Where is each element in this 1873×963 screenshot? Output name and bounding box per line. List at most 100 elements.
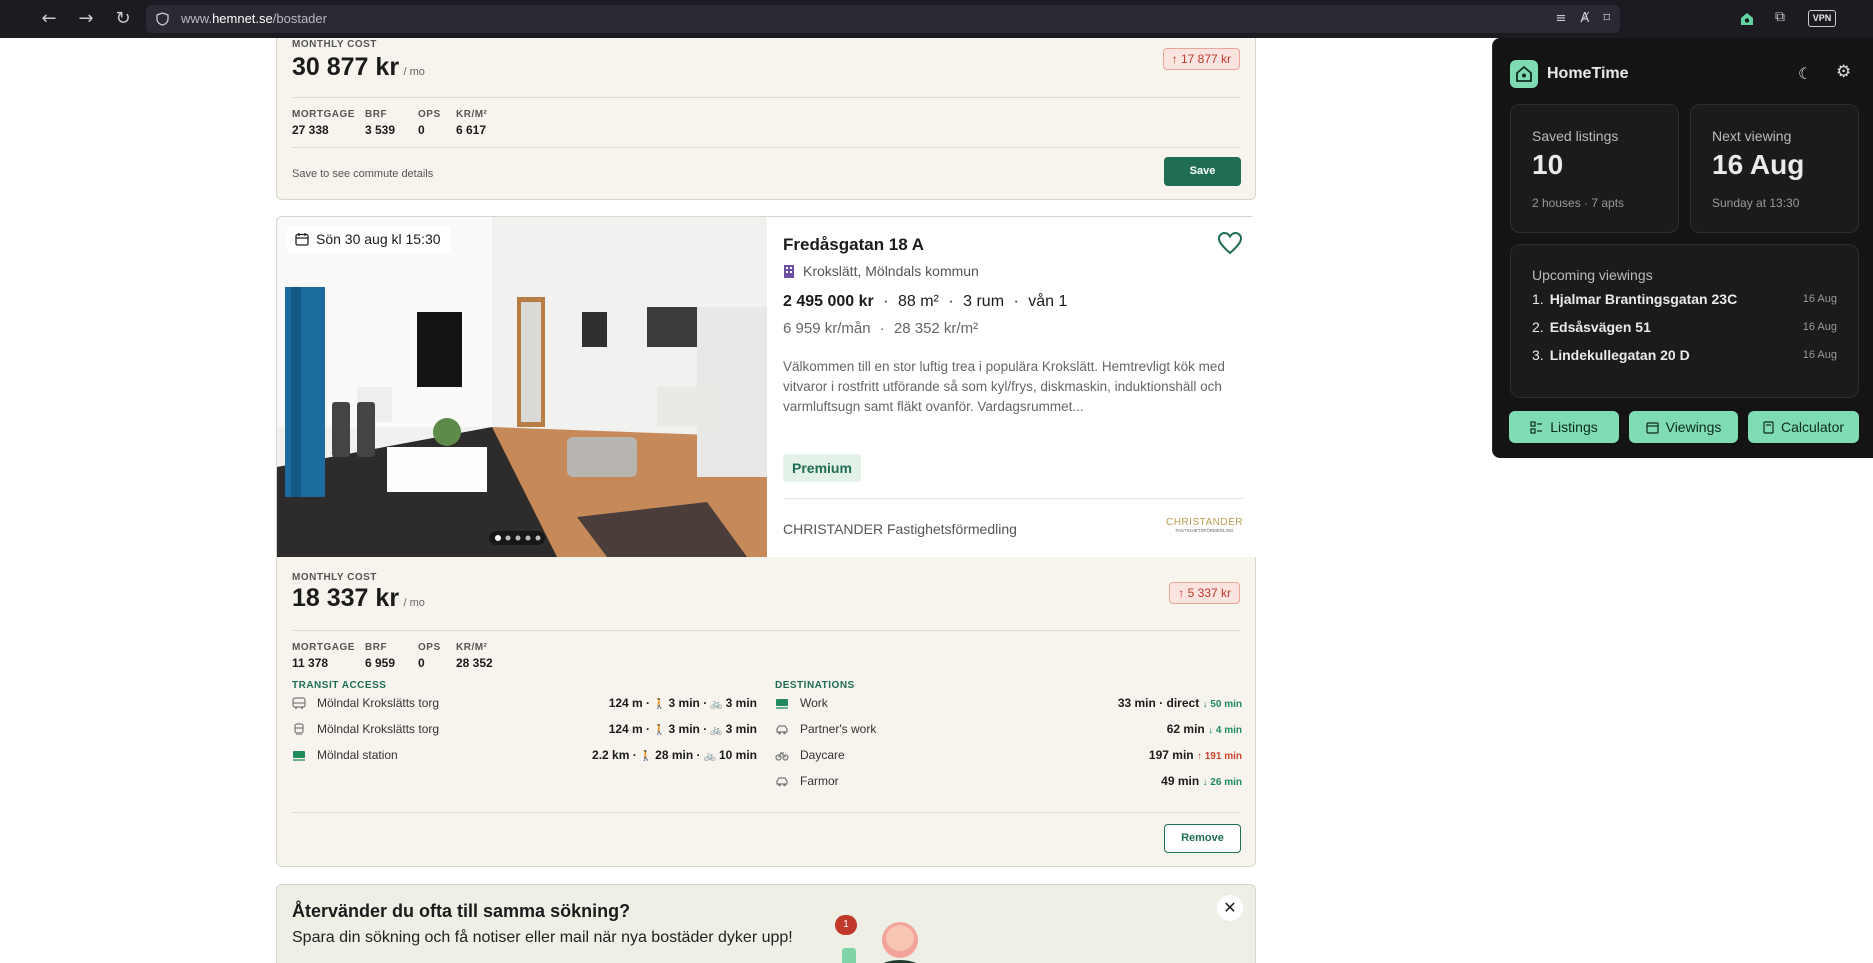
viewing-time-badge: Sön 30 aug kl 15:30 <box>287 226 451 252</box>
hometime-extension-icon[interactable] <box>1738 9 1756 29</box>
transit-row: Mölndal Krokslätts torg 124 m · 🚶 3 min · 🚲 3… <box>292 695 757 711</box>
monthly-cost-value: 30 877 kr / mo <box>292 53 425 81</box>
saved-search-banner: Återvänder du ofta till samma sökning? S… <box>276 884 1256 963</box>
listing-cost-card: MONTHLY COST 30 877 kr / mo ↑ 17 877 kr … <box>276 38 1256 200</box>
bike-icon <box>775 752 789 761</box>
calculator-button[interactable]: Calculator <box>1748 411 1859 443</box>
apartment-photo-image <box>277 217 767 557</box>
walk-icon: 🚶 <box>653 725 666 736</box>
browser-toolbar: ← → ↻ www.hemnet.se/bostader ≡ Ⱥ ⌑ ⧉ VPN <box>0 0 1873 38</box>
destination-name: Farmor <box>800 774 839 788</box>
photo-dots[interactable] <box>489 531 545 545</box>
divider <box>292 630 1240 631</box>
calendar-icon <box>1646 421 1659 434</box>
divider <box>292 147 1240 148</box>
saved-listings-card[interactable]: Saved listings 10 2 houses · 7 apts <box>1510 104 1679 233</box>
bus-icon <box>292 697 306 709</box>
listing-area: Krokslätt, Mölndals kommun <box>783 263 979 279</box>
calendar-icon <box>295 233 309 246</box>
destination-row: Farmor 49 min ↓ 26 min <box>775 773 1242 789</box>
cost-breakdown: MORTGAGE 11 378 BRF 6 959 OPS 0 KR/M² 28 352 <box>292 642 493 670</box>
transit-times: 2.2 km · 🚶 28 min · 🚲 10 min <box>592 748 757 762</box>
monthly-cost-value: 18 337 kr / mo <box>292 584 425 612</box>
extensions-puzzle-icon[interactable]: ⧉ <box>1775 9 1785 29</box>
premium-tag: Premium <box>783 454 861 482</box>
shield-icon <box>156 12 169 26</box>
broker-logo: CHRISTANDER FASTIGHETSFÖRMEDLING <box>1166 517 1243 533</box>
car-icon <box>776 725 788 735</box>
walk-icon: 🚶 <box>639 751 653 762</box>
bike-icon: 🚲 <box>710 699 723 710</box>
settings-gear-icon[interactable]: ⚙ <box>1836 62 1851 82</box>
listing-card: Sön 30 aug kl 15:30 Fredåsgatan 18 A Kro… <box>276 216 1257 867</box>
viewings-button[interactable]: Viewings <box>1629 411 1738 443</box>
destination-name: Work <box>800 696 828 710</box>
cost-breakdown: MORTGAGE 27 338 BRF 3 539 OPS 0 KR/M² 6 617 <box>292 109 488 137</box>
cost-delta-badge: ↑ 5 337 kr <box>1169 582 1240 604</box>
transit-heading: TRANSIT ACCESS <box>292 680 387 691</box>
train-icon <box>293 751 305 761</box>
hometime-logo-icon <box>1510 60 1538 88</box>
broker-name[interactable]: CHRISTANDER Fastighetsförmedling <box>783 521 1017 537</box>
heart-icon[interactable] <box>1217 231 1243 255</box>
hometime-panel: HomeTime ☾ ⚙ Saved listings 10 2 houses … <box>1492 38 1873 458</box>
divider <box>292 812 1240 813</box>
list-icon <box>1530 420 1543 434</box>
app-name: HomeTime <box>1547 65 1629 82</box>
listing-facts: 2 495 000 kr · 88 m² · 3 rum · vån 1 <box>783 293 1068 310</box>
destination-row: Partner's work 62 min ↓ 4 min <box>775 721 1242 737</box>
back-arrow-icon[interactable]: ← <box>38 8 60 30</box>
dark-mode-moon-icon[interactable]: ☾ <box>1798 64 1812 83</box>
monthly-cost-label: MONTHLY COST <box>292 39 377 50</box>
transit-row: Mölndal station 2.2 km · 🚶 28 min · 🚲 10 min <box>292 747 757 763</box>
listings-button[interactable]: Listings <box>1509 411 1619 443</box>
listing-info: Fredåsgatan 18 A Krokslätt, Mölndals kom… <box>767 217 1257 557</box>
building-icon <box>784 265 794 278</box>
vpn-icon[interactable]: VPN <box>1808 10 1836 27</box>
address-bar[interactable]: www.hemnet.se/bostader ≡ Ⱥ ⌑ <box>146 5 1620 33</box>
listing-description: Välkommen till en stor luftig trea i pop… <box>783 359 1225 414</box>
upcoming-viewing-item[interactable]: 3. Lindekullegatan 20 D 16 Aug <box>1532 347 1837 365</box>
transit-row: Mölndal Krokslätts torg 124 m · 🚶 3 min · 🚲 3… <box>292 721 757 737</box>
close-icon[interactable]: ✕ <box>1217 895 1243 921</box>
listing-title[interactable]: Fredåsgatan 18 A <box>783 235 924 255</box>
stop-name: Mölndal Krokslätts torg <box>317 722 440 736</box>
remove-button[interactable]: Remove <box>1164 824 1241 853</box>
commute-hint: Save to see commute details <box>292 168 434 180</box>
destination-time: 62 min ↓ 4 min <box>1166 722 1242 736</box>
destinations-heading: DESTINATIONS <box>775 680 855 691</box>
car-icon <box>776 777 788 787</box>
destination-time: 49 min ↓ 26 min <box>1161 774 1242 788</box>
tram-icon <box>294 723 304 735</box>
banner-subtitle: Spara din sökning och få notiser eller m… <box>292 929 793 946</box>
train-icon <box>776 699 788 709</box>
bookmark-icon[interactable]: ⌑ <box>1603 11 1610 26</box>
divider <box>783 498 1243 499</box>
listing-fees: 6 959 kr/mån · 28 352 kr/m² <box>783 320 979 337</box>
bike-icon: 🚲 <box>710 725 723 736</box>
reload-icon[interactable]: ↻ <box>112 8 134 30</box>
destination-row: Daycare 197 min ↑ 191 min <box>775 747 1242 763</box>
next-viewing-card[interactable]: Next viewing 16 Aug Sunday at 13:30 <box>1690 104 1859 233</box>
divider <box>292 97 1240 98</box>
save-button[interactable]: Save <box>1164 157 1241 186</box>
bike-icon: 🚲 <box>703 751 716 762</box>
upcoming-viewing-item[interactable]: 2. Edsåsvägen 51 16 Aug <box>1532 319 1837 337</box>
destination-time: 197 min ↑ 191 min <box>1148 748 1242 762</box>
cost-delta-badge: ↑ 17 877 kr <box>1162 48 1240 70</box>
calculator-icon <box>1763 420 1774 434</box>
transit-times: 124 m · 🚶 3 min · 🚲 3 min <box>608 696 757 710</box>
stop-name: Mölndal Krokslätts torg <box>317 696 440 710</box>
upcoming-title: Upcoming viewings <box>1532 267 1653 283</box>
reader-view-icon[interactable]: ≡ <box>1556 11 1567 26</box>
url-text: www.hemnet.se/bostader <box>181 11 327 26</box>
banner-title: Återvänder du ofta till samma sökning? <box>292 901 631 921</box>
listing-photo[interactable]: Sön 30 aug kl 15:30 <box>277 217 767 557</box>
destination-time: 33 min · direct ↓ 50 min <box>1117 696 1242 710</box>
walk-icon: 🚶 <box>653 699 666 710</box>
translate-icon[interactable]: Ⱥ <box>1580 11 1589 26</box>
upcoming-viewing-item[interactable]: 1. Hjalmar Brantingsgatan 23C 16 Aug <box>1532 291 1837 309</box>
destination-name: Daycare <box>800 748 845 762</box>
upcoming-viewings-card: Upcoming viewings 1. Hjalmar Brantingsgat… <box>1510 244 1859 398</box>
forward-arrow-icon[interactable]: → <box>75 8 97 30</box>
